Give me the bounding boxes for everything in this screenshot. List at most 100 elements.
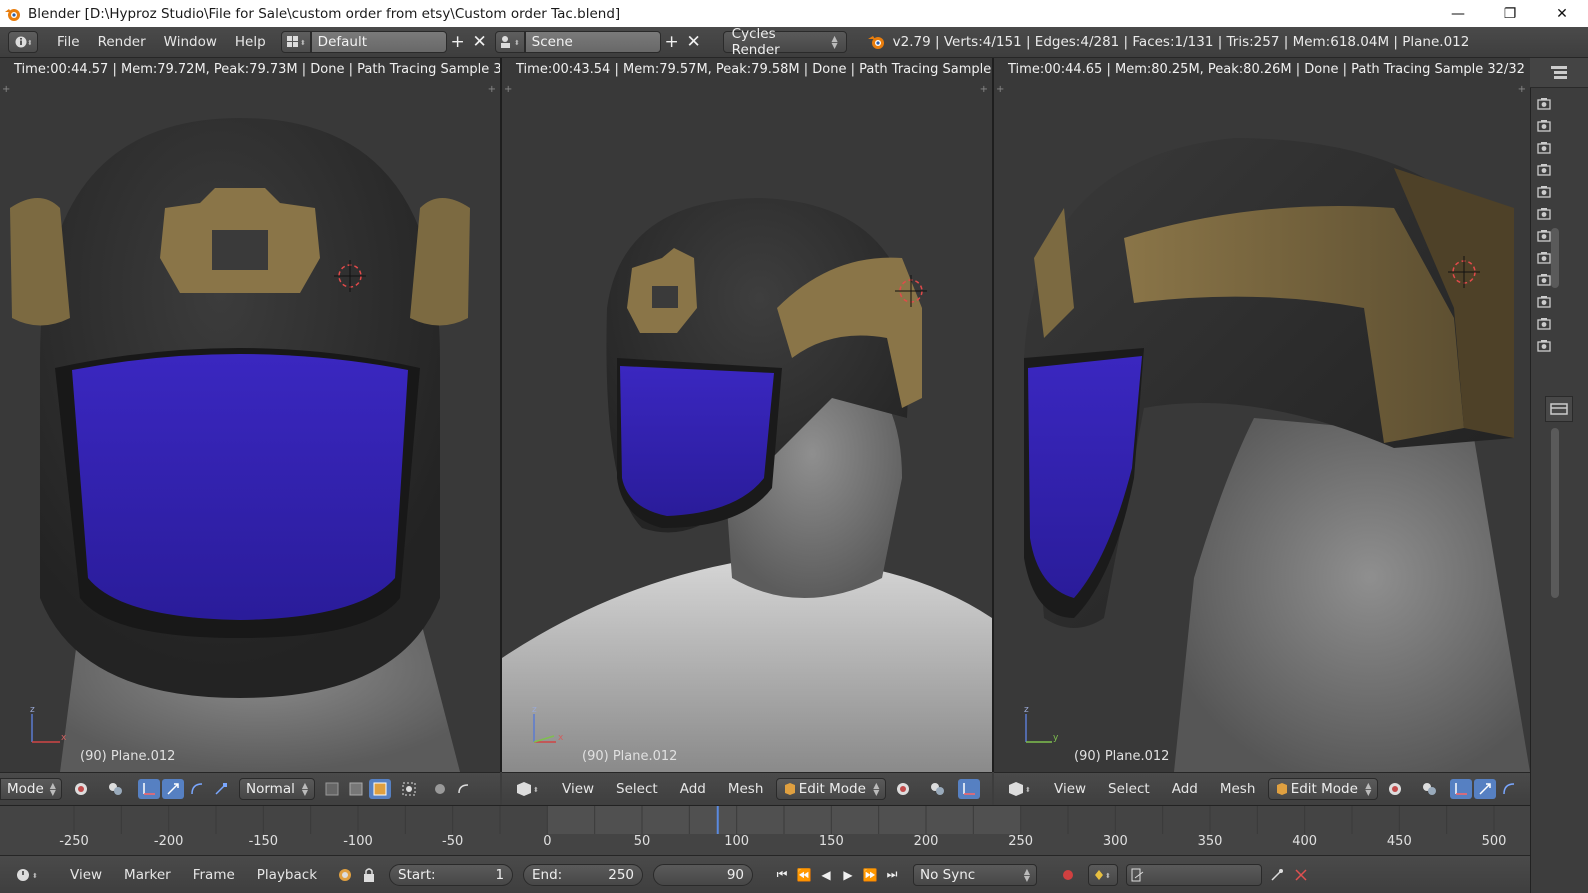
delete-keyframe-button[interactable] xyxy=(1290,865,1312,885)
close-window-button[interactable]: ✕ xyxy=(1536,0,1588,27)
outliner-scrollbar[interactable] xyxy=(1551,228,1559,288)
maximize-button[interactable]: ❐ xyxy=(1484,0,1536,27)
proportional-editing-button[interactable] xyxy=(429,779,451,799)
menu-frame[interactable]: Frame xyxy=(182,867,246,883)
rotate-manipulator-button[interactable] xyxy=(1498,779,1520,799)
minimize-button[interactable]: — xyxy=(1432,0,1484,27)
preview-range-button[interactable] xyxy=(334,865,356,885)
menu-playback[interactable]: Playback xyxy=(246,867,328,883)
3d-viewport-front[interactable]: + + Time:00:44.57 | Mem:79.72M, Peak:79.… xyxy=(0,58,500,772)
scene-field[interactable]: Scene xyxy=(524,31,661,53)
render-slot-icon[interactable] xyxy=(1537,295,1551,308)
render-slot-icon[interactable] xyxy=(1537,163,1551,176)
add-scene-button[interactable]: + xyxy=(661,31,683,53)
area-corner-icon[interactable]: + xyxy=(488,84,496,95)
menu-file[interactable]: File xyxy=(48,34,89,50)
remove-scene-button[interactable]: ✕ xyxy=(683,31,705,53)
properties-scrollbar[interactable] xyxy=(1551,428,1559,598)
end-frame-field[interactable]: End: 250 xyxy=(523,863,644,886)
render-slot-icon[interactable] xyxy=(1537,339,1551,352)
play-reverse-button[interactable]: ◀ xyxy=(815,865,837,885)
lock-time-cursor-button[interactable] xyxy=(358,865,380,885)
render-slot-icon[interactable] xyxy=(1537,207,1551,220)
area-corner-icon[interactable]: + xyxy=(1518,84,1526,95)
properties-editor-button[interactable] xyxy=(1545,396,1573,422)
render-slot-icon[interactable] xyxy=(1537,317,1551,330)
rotate-manipulator-button[interactable] xyxy=(186,779,208,799)
keying-mode-dropdown[interactable]: ⬍ xyxy=(1088,863,1119,886)
render-slot-icon[interactable] xyxy=(1537,251,1551,264)
jump-to-start-button[interactable]: ⏮ xyxy=(771,865,793,885)
play-button[interactable]: ▶ xyxy=(837,865,859,885)
menu-mesh[interactable]: Mesh xyxy=(1209,781,1267,797)
transform-orientation-dropdown[interactable]: Normal ▲ ▼ xyxy=(239,778,315,800)
render-slot-icon[interactable] xyxy=(1537,119,1551,132)
pivot-point-button[interactable] xyxy=(1419,779,1441,799)
editor-type-info-button[interactable]: ⬍ xyxy=(8,31,38,53)
keying-set-field[interactable] xyxy=(1126,863,1263,886)
translate-manipulator-button[interactable] xyxy=(1474,779,1497,799)
scene-browse-button[interactable]: ⬍ xyxy=(494,31,525,53)
insert-keyframe-button[interactable] xyxy=(1266,865,1288,885)
pivot-point-button[interactable] xyxy=(927,779,949,799)
jump-to-prev-keyframe-button[interactable]: ⏪ xyxy=(793,865,815,885)
menu-marker[interactable]: Marker xyxy=(113,867,182,883)
render-slot-icon[interactable] xyxy=(1537,141,1551,154)
render-slot-icon[interactable] xyxy=(1537,185,1551,198)
editor-type-3d-view-button[interactable]: ⬍ xyxy=(1004,779,1034,799)
menu-add[interactable]: Add xyxy=(669,781,717,797)
menu-select[interactable]: Select xyxy=(1097,781,1161,797)
current-frame-field[interactable]: 90 xyxy=(653,863,754,886)
occlude-geometry-button[interactable] xyxy=(398,779,420,799)
edge-select-button[interactable] xyxy=(345,779,367,799)
editor-type-3d-view-button[interactable]: ⬍ xyxy=(512,779,542,799)
snap-button[interactable] xyxy=(453,779,475,799)
interaction-mode-dropdown[interactable]: Mode ▲ ▼ xyxy=(0,778,62,800)
area-corner-icon[interactable]: + xyxy=(504,84,512,95)
menu-window[interactable]: Window xyxy=(155,34,226,50)
render-slot-icon[interactable] xyxy=(1537,229,1551,242)
auto-keying-button[interactable] xyxy=(1057,865,1079,885)
menu-mesh[interactable]: Mesh xyxy=(717,781,775,797)
timeline-area[interactable]: -250 -200 -150 -100 -50 0 50 100 150 200 250 300 350… xyxy=(0,805,1530,855)
menu-select[interactable]: Select xyxy=(605,781,669,797)
render-slot-icon[interactable] xyxy=(1537,97,1551,110)
viewport-shading-button[interactable] xyxy=(1386,779,1408,799)
3d-viewport-side[interactable]: + + Time:00:44.65 | Mem:80.25M, Peak:80.… xyxy=(994,58,1530,772)
area-corner-icon[interactable]: + xyxy=(2,84,10,95)
manipulator-toggle-button[interactable] xyxy=(1450,779,1473,799)
sync-mode-dropdown[interactable]: No Sync ▲ ▼ xyxy=(913,863,1038,886)
scale-manipulator-button[interactable] xyxy=(210,779,232,799)
edit-mode-icon xyxy=(785,783,796,795)
render-slot-icon[interactable] xyxy=(1537,273,1551,286)
area-corner-icon[interactable]: + xyxy=(996,84,1004,95)
menu-render[interactable]: Render xyxy=(89,34,155,50)
screen-layout-field[interactable]: Default xyxy=(310,31,447,53)
render-engine-dropdown[interactable]: Cycles Render ▲ ▼ xyxy=(722,26,847,58)
interaction-mode-dropdown[interactable]: Edit Mode ▲ ▼ xyxy=(776,778,887,800)
viewport-shading-button[interactable] xyxy=(894,779,916,799)
3d-viewport-perspective[interactable]: + + Time:00:43.54 | Mem:79.57M, Peak:79.… xyxy=(502,58,992,772)
manipulator-toggle-button[interactable] xyxy=(138,779,160,799)
viewport-shading-button[interactable] xyxy=(72,779,94,799)
outliner-icon[interactable] xyxy=(1550,65,1568,81)
pivot-point-button[interactable] xyxy=(105,779,127,799)
add-layout-button[interactable]: + xyxy=(447,31,469,53)
manipulator-toggle-button[interactable] xyxy=(958,779,981,799)
area-corner-icon[interactable]: + xyxy=(980,84,988,95)
menu-view[interactable]: View xyxy=(59,867,113,883)
face-select-button[interactable] xyxy=(369,779,391,799)
menu-add[interactable]: Add xyxy=(1161,781,1209,797)
start-frame-field[interactable]: Start: 1 xyxy=(389,863,514,886)
menu-view[interactable]: View xyxy=(551,781,605,797)
editor-type-timeline-button[interactable]: ⬍ xyxy=(12,865,42,885)
interaction-mode-dropdown[interactable]: Edit Mode ▲ ▼ xyxy=(1268,778,1379,800)
screen-layout-browse-button[interactable]: ⬍ xyxy=(280,31,311,53)
menu-help[interactable]: Help xyxy=(226,34,275,50)
translate-manipulator-button[interactable] xyxy=(162,779,184,799)
jump-to-end-button[interactable]: ⏭ xyxy=(881,865,903,885)
remove-layout-button[interactable]: ✕ xyxy=(469,31,491,53)
menu-view[interactable]: View xyxy=(1043,781,1097,797)
jump-to-next-keyframe-button[interactable]: ⏩ xyxy=(859,865,881,885)
vertex-select-button[interactable] xyxy=(321,779,343,799)
